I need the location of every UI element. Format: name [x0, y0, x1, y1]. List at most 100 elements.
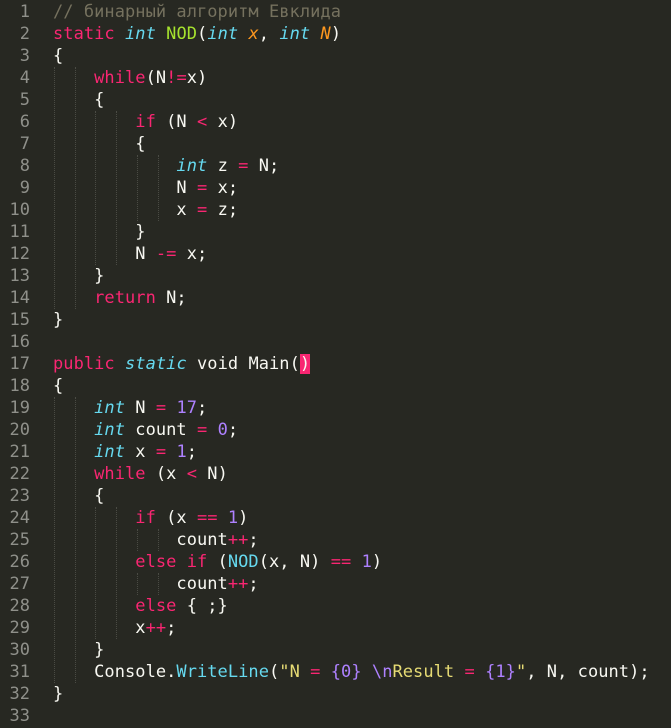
- code-line[interactable]: 2 static int NOD(int x, int N): [0, 23, 671, 45]
- token-plain: (x: [145, 464, 187, 484]
- code-text: while(N!=x): [53, 67, 207, 89]
- code-editor[interactable]: 1 // бинарный алгоритм Евклида 2 static int…: [0, 0, 671, 728]
- line-number: 27: [9, 574, 30, 594]
- token-op: =: [197, 178, 208, 198]
- code-line[interactable]: 26 else if (NOD(x, N) == 1): [0, 551, 671, 573]
- code-line[interactable]: 28 else { ;}: [0, 595, 671, 617]
- line-number: 14: [9, 288, 30, 308]
- line-number: 4: [19, 68, 30, 88]
- token-plain: (: [197, 24, 208, 44]
- indent-guide: [158, 573, 159, 595]
- code-text: }: [53, 221, 146, 243]
- code-line[interactable]: 20 int count = 0;: [0, 419, 671, 441]
- line-number: 17: [9, 354, 30, 374]
- line-number: 20: [9, 420, 30, 440]
- code-line[interactable]: 21 int x = 1;: [0, 441, 671, 463]
- code-text: count++;: [53, 529, 259, 551]
- code-line[interactable]: 27 count++;: [0, 573, 671, 595]
- code-text: }: [53, 265, 104, 287]
- code-line[interactable]: 6 if (N < x): [0, 111, 671, 133]
- token-keyword: while: [94, 464, 146, 484]
- token-keyword: else: [135, 596, 177, 616]
- line-number: 22: [9, 464, 30, 484]
- token-num: 1: [176, 442, 187, 462]
- token-plain: void Main(: [186, 354, 300, 374]
- line-number: 11: [9, 222, 30, 242]
- code-text: if (N < x): [53, 111, 238, 133]
- code-line[interactable]: 15}: [0, 309, 671, 331]
- code-line[interactable]: 17 public static void Main(): [0, 353, 671, 375]
- code-line[interactable]: 3{: [0, 45, 671, 67]
- token-string: "N: [279, 662, 311, 682]
- code-text: {: [53, 375, 63, 397]
- token-type: int: [125, 24, 156, 44]
- token-op: ++: [227, 530, 249, 550]
- code-line[interactable]: 8 int z = N;: [0, 155, 671, 177]
- token-op: <: [186, 464, 198, 484]
- code-line[interactable]: 22 while (x < N): [0, 463, 671, 485]
- token-plain: ;: [186, 442, 198, 462]
- code-line[interactable]: 12 N -= x;: [0, 243, 671, 265]
- code-line[interactable]: 31 Console.WriteLine("N = {0} \nResult =…: [0, 661, 671, 683]
- code-text: else { ;}: [53, 595, 228, 617]
- line-number: 10: [9, 200, 30, 220]
- token-plain: (N: [155, 112, 197, 132]
- code-line[interactable]: 10 x = z;: [0, 199, 671, 221]
- line-number: 15: [9, 310, 30, 330]
- code-line[interactable]: 33: [0, 705, 671, 727]
- token-plain: {: [53, 46, 64, 66]
- indent-guide: [54, 67, 55, 309]
- token-type: int: [176, 156, 208, 176]
- token-op: -=: [155, 244, 177, 264]
- line-number: 9: [19, 178, 30, 198]
- code-line[interactable]: 18 {: [0, 375, 671, 397]
- token-plain: count: [53, 574, 228, 594]
- token-plain: x): [207, 112, 239, 132]
- token-plain: N;: [248, 156, 280, 176]
- code-line[interactable]: 32}: [0, 683, 671, 705]
- token-plain: {: [53, 376, 64, 396]
- code-line[interactable]: 16: [0, 331, 671, 353]
- token-num: 1: [227, 508, 239, 528]
- token-plain: }: [53, 222, 146, 242]
- token-plain: }: [53, 266, 105, 286]
- indent-guide: [158, 529, 159, 551]
- code-line[interactable]: 7 {: [0, 133, 671, 155]
- token-op: ==: [330, 552, 352, 572]
- code-line[interactable]: 23 {: [0, 485, 671, 507]
- code-line[interactable]: 19 int N = 17;: [0, 397, 671, 419]
- code-line[interactable]: 1 // бинарный алгоритм Евклида: [0, 1, 671, 23]
- code-text: // бинарный алгоритм Евклида: [53, 1, 341, 23]
- code-line[interactable]: 9 N = x;: [0, 177, 671, 199]
- token-param: N: [320, 24, 331, 44]
- code-line[interactable]: 24 if (x == 1): [0, 507, 671, 529]
- token-op: ++: [145, 618, 167, 638]
- token-type: int: [94, 398, 125, 418]
- token-plain: x;: [176, 244, 208, 264]
- token-plain: ;: [248, 574, 259, 594]
- code-line[interactable]: 5 {: [0, 89, 671, 111]
- token-plain: (: [207, 552, 228, 572]
- code-line[interactable]: 25 count++;: [0, 529, 671, 551]
- code-line[interactable]: 13 }: [0, 265, 671, 287]
- code-line[interactable]: 29 x++;: [0, 617, 671, 639]
- line-number: 28: [9, 596, 30, 616]
- code-line[interactable]: 14 return N;: [0, 287, 671, 309]
- line-number: 12: [9, 244, 30, 264]
- code-text: public static void Main(): [53, 353, 311, 375]
- token-plain: (N: [145, 68, 167, 88]
- code-line[interactable]: 4 while(N!=x): [0, 67, 671, 89]
- indent-guide: [75, 67, 76, 309]
- code-text: {: [53, 133, 146, 155]
- token-type: int: [94, 442, 125, 462]
- indent-guide: [137, 155, 138, 221]
- code-text: count++;: [53, 573, 259, 595]
- line-number: 29: [9, 618, 30, 638]
- code-line[interactable]: 30 }: [0, 639, 671, 661]
- code-line[interactable]: 11 }: [0, 221, 671, 243]
- token-plain: }: [53, 310, 64, 330]
- token-plain: N): [197, 464, 228, 484]
